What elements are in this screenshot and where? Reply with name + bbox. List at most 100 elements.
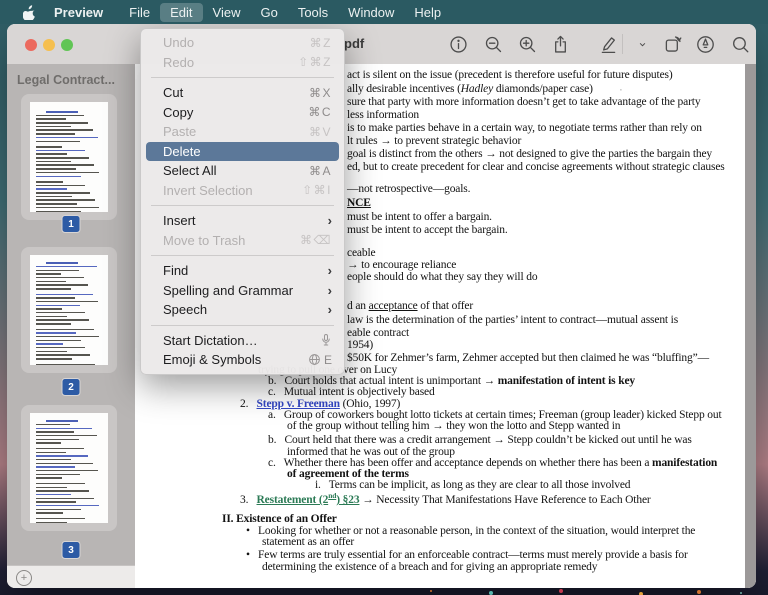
document-text-line: must be intent to offer a bargain. xyxy=(347,211,492,223)
menu-item-label: Find xyxy=(163,263,328,278)
document-text-line: is to make parties behave in a certain w… xyxy=(347,122,702,134)
menubar-item-help[interactable]: Help xyxy=(404,3,451,22)
menu-item-insert[interactable]: Insert› xyxy=(141,211,344,231)
document-text-line: determining the existence of a breach an… xyxy=(262,561,597,573)
menubar-item-tools[interactable]: Tools xyxy=(288,3,338,22)
window-title: pdf xyxy=(344,36,364,51)
menu-item-label: Spelling and Grammar xyxy=(163,283,328,298)
document-text-line: eople should do what they say they will … xyxy=(347,271,537,283)
menu-item-label: Start Dictation… xyxy=(163,333,320,348)
mic-icon xyxy=(320,333,332,347)
menubar-item-file[interactable]: File xyxy=(119,3,160,22)
page-thumbnail-2[interactable] xyxy=(21,247,117,373)
chevron-down-icon[interactable] xyxy=(631,33,653,55)
thumbnail-page-preview xyxy=(30,102,108,212)
preview-window: pdf Legal Contract... 123 + ˌ ˌ ˌ ˌ act … xyxy=(7,24,756,588)
menu-item-speech[interactable]: Speech› xyxy=(141,300,344,320)
document-text-line: ceable xyxy=(347,247,375,259)
document-text-line: $50K for Zehmer’s farm, Zehmer accepted … xyxy=(347,352,709,364)
menu-item-label: Move to Trash xyxy=(163,233,300,248)
window-toolbar: pdf xyxy=(7,24,756,65)
menu-item-label: Delete xyxy=(163,144,332,159)
menu-item-delete[interactable]: Delete xyxy=(146,142,339,162)
submenu-arrow-icon: › xyxy=(328,213,332,228)
document-text-line: less information xyxy=(347,109,419,121)
menubar-item-go[interactable]: Go xyxy=(250,3,287,22)
page-thumbnail-1[interactable] xyxy=(21,94,117,220)
document-text-line: of the group without telling him → they … xyxy=(287,420,620,432)
submenu-arrow-icon: › xyxy=(328,302,332,317)
menu-item-label: Copy xyxy=(163,105,308,120)
menu-item-spelling-and-grammar[interactable]: Spelling and Grammar› xyxy=(141,281,344,301)
menu-item-paste[interactable]: Paste⌘V xyxy=(141,122,344,142)
page-number-badge: 2 xyxy=(62,378,81,396)
highlight-icon[interactable] xyxy=(694,33,716,55)
menu-item-shortcut: ⌘⌫ xyxy=(300,233,332,247)
menubar-items: Preview FileEditViewGoToolsWindowHelp xyxy=(44,3,451,22)
menu-item-cut[interactable]: Cut⌘X xyxy=(141,83,344,103)
menu-item-copy[interactable]: Copy⌘C xyxy=(141,103,344,123)
menu-item-select-all[interactable]: Select All⌘A xyxy=(141,161,344,181)
menu-item-label: Cut xyxy=(163,85,309,100)
document-text-line: lt rules → to prevent strategic behavior xyxy=(347,135,521,147)
menubar-item-preview[interactable]: Preview xyxy=(44,3,113,22)
thumbnail-sidebar: Legal Contract... 1 2 3 + xyxy=(7,64,136,588)
page-number-badge: 1 xyxy=(62,215,81,233)
menu-item-label: Invert Selection xyxy=(163,183,302,198)
menu-item-emoji-symbols[interactable]: Emoji & SymbolsE xyxy=(141,350,344,370)
menubar-item-window[interactable]: Window xyxy=(338,3,404,22)
menu-item-shortcut: ⌘V xyxy=(309,125,332,139)
menu-item-shortcut: ⌘Z xyxy=(310,36,332,50)
document-text-line: sure that party with more information do… xyxy=(347,96,700,108)
menu-item-label: Paste xyxy=(163,124,309,139)
menu-bar: Preview FileEditViewGoToolsWindowHelp xyxy=(0,0,768,24)
menu-item-find[interactable]: Find› xyxy=(141,261,344,281)
document-text-line: ed, but to create precedent for clear an… xyxy=(347,161,725,173)
menu-separator xyxy=(141,200,344,211)
zoom-out-icon[interactable] xyxy=(482,33,504,55)
share-icon[interactable] xyxy=(549,33,571,55)
page-number-badge: 3 xyxy=(62,541,81,559)
menu-item-undo[interactable]: Undo⌘Z xyxy=(141,33,344,53)
document-text-line: law is the determination of the parties’… xyxy=(347,314,678,326)
rotate-icon[interactable] xyxy=(661,33,683,55)
menu-item-label: Select All xyxy=(163,163,309,178)
thumbnail-page-preview xyxy=(30,413,108,523)
submenu-arrow-icon: › xyxy=(328,263,332,278)
menu-item-shortcut: ⌘X xyxy=(309,86,332,100)
document-link[interactable]: Restatement (2 xyxy=(257,494,329,506)
toolbar-divider xyxy=(622,34,623,54)
document-text-line: —not retrospective—goals. xyxy=(347,183,470,195)
document-scrollbar[interactable] xyxy=(745,64,756,588)
minimize-button[interactable] xyxy=(43,39,55,51)
document-text-line: b. Court held that there was a credit ar… xyxy=(268,434,692,446)
menu-item-move-to-trash[interactable]: Move to Trash⌘⌫ xyxy=(141,231,344,251)
document-text-line: d an acceptance of that offer xyxy=(347,300,473,312)
search-icon[interactable] xyxy=(729,33,751,55)
page-thumbnail-3[interactable] xyxy=(21,405,117,531)
menubar-item-edit[interactable]: Edit xyxy=(160,3,202,22)
document-text-line: 3. Restatement (2nd) §23 → Necessity Tha… xyxy=(240,490,651,506)
zoom-in-icon[interactable] xyxy=(516,33,538,55)
document-text-line: 1954) xyxy=(347,339,373,351)
document-text-line: II. Existence of an Offer xyxy=(222,513,337,525)
apple-logo-icon[interactable] xyxy=(14,5,44,20)
menu-item-shortcut: ⌘C xyxy=(308,105,332,119)
add-page-button[interactable]: + xyxy=(16,570,32,586)
document-link[interactable]: ) §23 xyxy=(336,494,359,506)
markup-icon[interactable] xyxy=(597,33,619,55)
thumbnail-page-preview xyxy=(30,255,108,365)
menu-item-invert-selection[interactable]: Invert Selection⇧⌘I xyxy=(141,181,344,201)
menu-item-start-dictation[interactable]: Start Dictation… xyxy=(141,331,344,351)
close-button[interactable] xyxy=(25,39,37,51)
menu-item-redo[interactable]: Redo⇧⌘Z xyxy=(141,53,344,73)
zoom-window-button[interactable] xyxy=(61,39,73,51)
menubar-item-view[interactable]: View xyxy=(203,3,251,22)
menu-separator xyxy=(141,320,344,331)
document-text-line: act is silent on the issue (precedent is… xyxy=(347,69,673,81)
document-text-line: → to encourage reliance xyxy=(347,259,456,271)
menu-separator xyxy=(141,250,344,261)
menu-item-label: Redo xyxy=(163,55,298,70)
sidebar-document-title: Legal Contract... xyxy=(17,73,115,87)
info-icon[interactable] xyxy=(447,33,469,55)
